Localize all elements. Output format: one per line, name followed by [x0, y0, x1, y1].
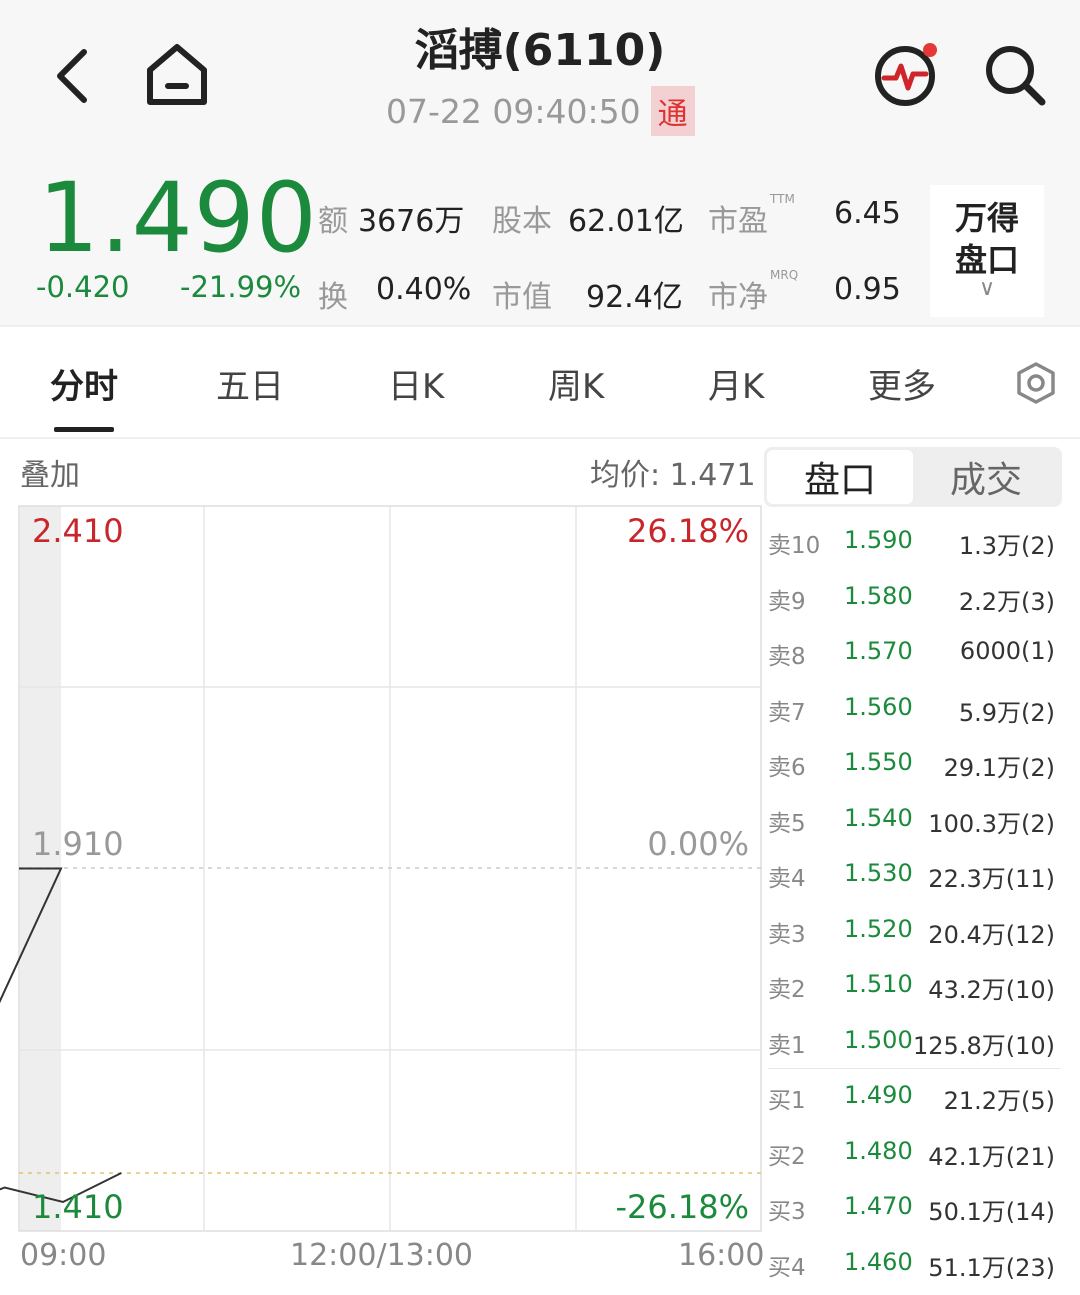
y-axis-top: 2.410 — [32, 512, 124, 550]
ask-row[interactable]: 卖10 1.590 1.3万(2) — [768, 526, 1058, 566]
ask-row[interactable]: 卖1 1.500 125.8万(10) — [768, 1026, 1058, 1066]
level-price: 1.460 — [844, 1247, 913, 1276]
level-label: 卖10 — [768, 533, 821, 559]
x-axis-start: 09:00 — [20, 1238, 107, 1273]
bid-row[interactable]: 买1 1.490 21.2万(5) — [768, 1081, 1058, 1121]
ask-row[interactable]: 卖3 1.520 20.4万(12) — [768, 915, 1058, 955]
level-price: 1.510 — [844, 970, 913, 998]
x-axis-mid: 12:00/13:00 — [290, 1238, 474, 1273]
level-price: 1.470 — [844, 1192, 913, 1220]
level-volume: 5.9万(2) — [958, 698, 1055, 727]
bid-row[interactable]: 买3 1.470 50.1万(14) — [768, 1192, 1058, 1232]
level-price: 1.480 — [844, 1136, 913, 1165]
level-volume: 29.1万(2) — [943, 754, 1055, 782]
level-label: 买1 — [768, 1088, 806, 1114]
level-label: 卖6 — [768, 755, 806, 781]
level-label: 卖4 — [768, 866, 806, 892]
level-volume: 2.2万(3) — [958, 587, 1055, 616]
level-volume: 6000(1) — [959, 637, 1055, 665]
level-price: 1.500 — [844, 1025, 913, 1054]
level-volume: 50.1万(14) — [928, 1198, 1055, 1226]
ask-row[interactable]: 卖9 1.580 2.2万(3) — [768, 582, 1058, 622]
level-label: 卖3 — [768, 921, 806, 948]
level-label: 买3 — [768, 1199, 806, 1225]
x-axis-end: 16:00 — [678, 1238, 765, 1273]
level-volume: 21.2万(5) — [943, 1087, 1055, 1115]
level-price: 1.570 — [844, 637, 913, 665]
pct-axis-mid: 0.00% — [647, 825, 749, 863]
ask-bid-divider — [768, 1068, 1060, 1069]
level-label: 卖9 — [768, 588, 806, 615]
level-label: 买4 — [768, 1254, 806, 1281]
level-label: 卖5 — [768, 810, 806, 837]
ask-row[interactable]: 卖4 1.530 22.3万(11) — [768, 859, 1058, 899]
tab-orderbook[interactable]: 盘口 — [767, 450, 913, 504]
level-volume: 42.1万(21) — [928, 1142, 1055, 1171]
level-volume: 100.3万(2) — [928, 809, 1055, 838]
pct-axis-top: 26.18% — [626, 512, 749, 550]
level-price: 1.490 — [844, 1081, 913, 1109]
bid-row[interactable]: 买4 1.460 51.1万(23) — [768, 1248, 1058, 1288]
ask-row[interactable]: 卖8 1.570 6000(1) — [768, 637, 1058, 677]
level-volume: 43.2万(10) — [928, 976, 1055, 1004]
level-price: 1.550 — [844, 748, 913, 776]
bid-row[interactable]: 买2 1.480 42.1万(21) — [768, 1137, 1058, 1177]
level-volume: 1.3万(2) — [958, 532, 1055, 560]
y-axis-mid: 1.910 — [32, 825, 124, 863]
orderbook-segment: 盘口 成交 — [764, 447, 1062, 507]
tab-trades[interactable]: 成交 — [913, 450, 1059, 504]
level-volume: 125.8万(10) — [913, 1031, 1055, 1060]
level-price: 1.560 — [844, 692, 913, 721]
level-label: 买2 — [768, 1143, 806, 1170]
ask-row[interactable]: 卖5 1.540 100.3万(2) — [768, 804, 1058, 844]
level-price: 1.540 — [844, 803, 913, 832]
level-label: 卖2 — [768, 977, 806, 1003]
level-label: 卖1 — [768, 1032, 806, 1059]
level-label: 卖8 — [768, 644, 806, 670]
level-price: 1.580 — [844, 581, 913, 610]
ask-row[interactable]: 卖2 1.510 43.2万(10) — [768, 970, 1058, 1010]
level-price: 1.520 — [844, 914, 913, 943]
level-volume: 51.1万(23) — [928, 1253, 1055, 1282]
level-label: 卖7 — [768, 699, 806, 726]
level-volume: 20.4万(12) — [928, 920, 1055, 949]
ask-row[interactable]: 卖7 1.560 5.9万(2) — [768, 693, 1058, 733]
pct-axis-bottom: -26.18% — [615, 1188, 749, 1226]
y-axis-bottom: 1.410 — [32, 1188, 124, 1226]
ask-row[interactable]: 卖6 1.550 29.1万(2) — [768, 748, 1058, 788]
level-price: 1.530 — [844, 859, 913, 887]
level-price: 1.590 — [844, 526, 913, 554]
level-volume: 22.3万(11) — [928, 865, 1055, 893]
